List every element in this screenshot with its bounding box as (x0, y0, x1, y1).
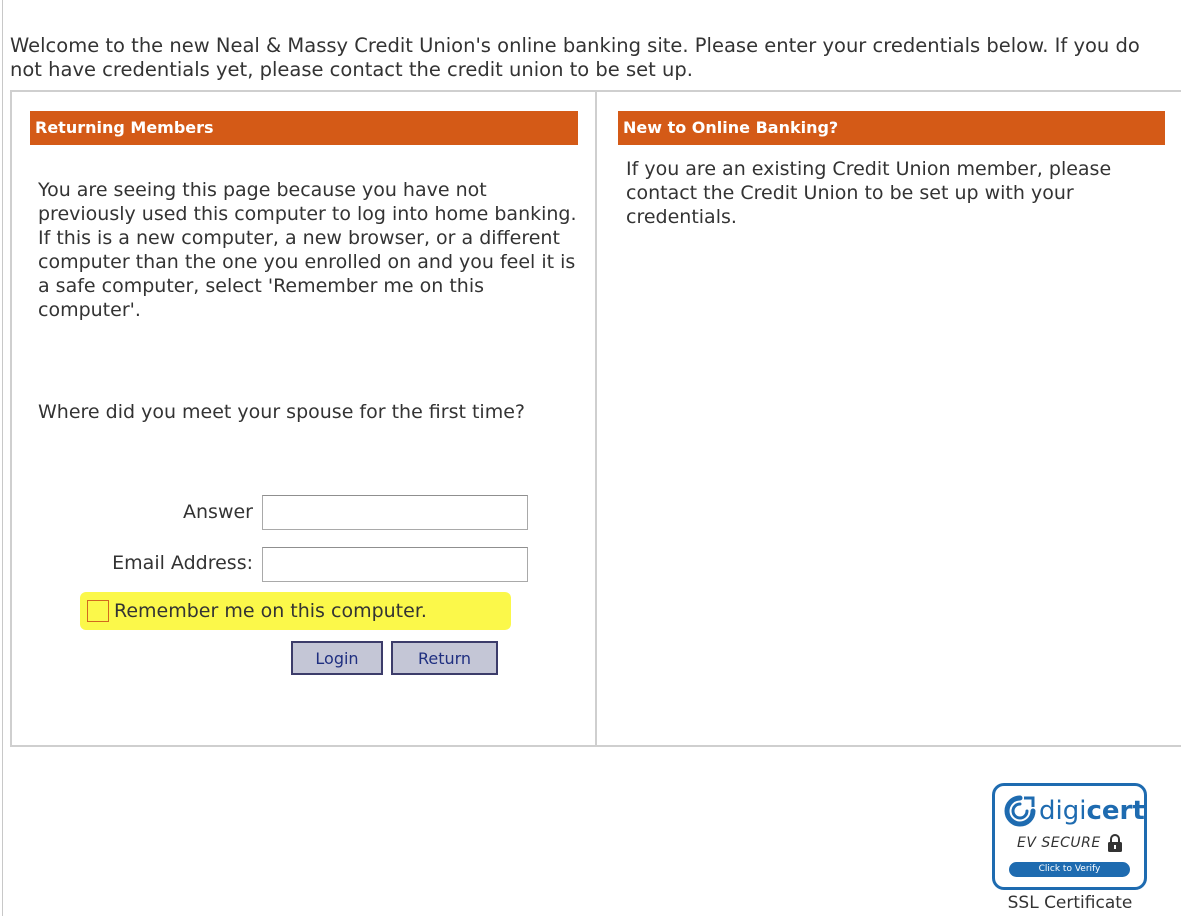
left-edge-rule (2, 0, 3, 916)
login-button[interactable]: Login (291, 641, 383, 675)
ssl-certificate-caption: SSL Certificate (1007, 893, 1133, 913)
ev-secure-row: EV SECURE (1017, 834, 1123, 852)
digicert-word-cert: cert (1086, 796, 1145, 826)
new-banking-header: New to Online Banking? (618, 111, 1165, 145)
ev-secure-text: EV SECURE (1017, 835, 1101, 851)
returning-intro-text: You are seeing this page because you hav… (38, 179, 577, 321)
digicert-word-digi: digi (1039, 796, 1087, 826)
remember-me-option[interactable]: Remember me on this computer. (87, 597, 427, 625)
new-banking-text: If you are an existing Credit Union memb… (626, 158, 1112, 228)
welcome-message: Welcome to the new Neal & Massy Credit U… (10, 34, 1140, 81)
digicert-badge[interactable]: digi cert EV SECURE Click to Verify (992, 783, 1147, 890)
lock-icon (1107, 834, 1123, 852)
security-question: Where did you meet your spouse for the f… (38, 401, 525, 423)
email-input[interactable] (262, 547, 528, 582)
email-label: Email Address: (112, 552, 253, 574)
answer-label: Answer (183, 501, 253, 523)
returning-members-header: Returning Members (30, 111, 578, 145)
remember-me-checkbox[interactable] (87, 600, 109, 622)
panel-divider (595, 90, 597, 747)
answer-input[interactable] (262, 495, 528, 530)
return-button[interactable]: Return (391, 641, 498, 675)
digicert-logo-icon (1003, 794, 1037, 828)
remember-me-label: Remember me on this computer. (114, 600, 427, 622)
digicert-logo: digi cert (1003, 791, 1145, 831)
click-to-verify[interactable]: Click to Verify (1009, 862, 1130, 877)
